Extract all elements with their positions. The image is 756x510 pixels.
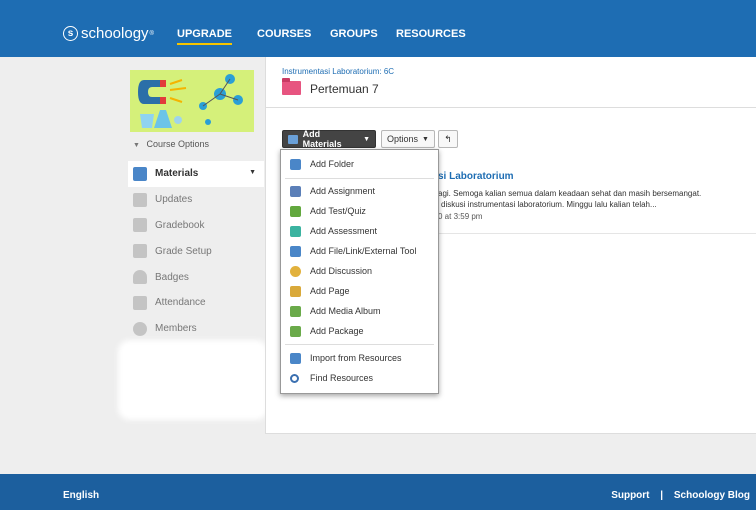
file-link-icon — [290, 245, 301, 257]
footer: English Support | Schoology Blog — [0, 474, 756, 510]
redacted-area — [118, 340, 268, 420]
logo-mark-icon: s — [63, 26, 78, 41]
discussion-icon — [290, 265, 301, 277]
course-nav: Materials ▼ Updates Gradebook Grade Setu… — [128, 161, 264, 342]
support-link[interactable]: Support — [611, 490, 649, 501]
add-materials-menu: Add Folder Add Assignment Add Test/Quiz … — [280, 149, 439, 394]
menu-item-label: Add Assessment — [310, 226, 378, 236]
material-description: agi. Semoga kalian semua dalam keadaan s… — [438, 188, 748, 210]
course-nav-grade-setup[interactable]: Grade Setup — [128, 238, 264, 264]
schoology-blog-link[interactable]: Schoology Blog — [674, 490, 750, 501]
menu-item-label: Add Page — [310, 286, 350, 296]
course-nav-label: Badges — [155, 271, 189, 283]
menu-item-label: Add Test/Quiz — [310, 206, 366, 216]
attendance-icon — [133, 295, 147, 310]
folder-icon — [282, 78, 301, 95]
divider — [266, 107, 756, 108]
course-nav-label: Gradebook — [155, 219, 205, 231]
course-nav-badges[interactable]: Badges — [128, 264, 264, 290]
chevron-down-icon: ▼ — [422, 135, 429, 143]
material-timestamp: 0 at 3:59 pm — [438, 212, 483, 221]
page-icon — [290, 285, 301, 297]
options-button[interactable]: Options ▼ — [381, 130, 435, 148]
language-selector[interactable]: English — [63, 490, 99, 501]
chevron-down-icon[interactable]: ▼ — [249, 169, 256, 176]
menu-item-label: Add Media Album — [310, 306, 381, 316]
package-icon — [290, 325, 301, 337]
media-album-icon — [290, 305, 301, 317]
nav-courses[interactable]: COURSES — [257, 28, 311, 40]
nav-resources[interactable]: RESOURCES — [396, 28, 466, 40]
updates-icon — [133, 192, 147, 207]
course-picture — [130, 70, 254, 132]
nav-upgrade[interactable]: UPGRADE — [177, 28, 233, 45]
logo-tm: ® — [149, 30, 154, 37]
course-nav-materials[interactable]: Materials ▼ — [128, 161, 264, 187]
options-label: Options — [387, 134, 419, 144]
materials-icon — [133, 166, 147, 181]
back-arrow-icon: ↰ — [444, 133, 452, 144]
menu-item-add-file-link[interactable]: Add File/Link/External Tool — [281, 242, 438, 260]
material-description-line: agi. Semoga kalian semua dalam keadaan s… — [438, 189, 702, 198]
menu-item-add-assessment[interactable]: Add Assessment — [281, 222, 438, 240]
course-nav-label: Grade Setup — [155, 245, 212, 257]
menu-item-label: Add Package — [310, 326, 364, 336]
divider — [438, 233, 756, 234]
menu-item-label: Add File/Link/External Tool — [310, 246, 417, 256]
footer-separator: | — [660, 490, 664, 501]
footer-links: Support | Schoology Blog — [611, 490, 750, 501]
course-nav-gradebook[interactable]: Gradebook — [128, 213, 264, 239]
course-nav-updates[interactable]: Updates — [128, 187, 264, 213]
triangle-down-icon: ▼ — [133, 142, 140, 149]
menu-item-add-assignment[interactable]: Add Assignment — [281, 182, 438, 200]
nav-groups[interactable]: GROUPS — [330, 28, 378, 40]
add-materials-button[interactable]: Add Materials ▼ — [282, 129, 376, 149]
menu-item-label: Add Assignment — [310, 186, 376, 196]
menu-item-label: Add Folder — [310, 159, 355, 169]
assessment-icon — [290, 225, 301, 237]
course-options-toggle[interactable]: ▼ Course Options — [133, 139, 209, 149]
menu-item-add-package[interactable]: Add Package — [281, 322, 438, 340]
course-options-label: Course Options — [146, 139, 209, 149]
menu-item-add-discussion[interactable]: Add Discussion — [281, 262, 438, 280]
course-nav-attendance[interactable]: Attendance — [128, 290, 264, 316]
menu-item-add-folder[interactable]: Add Folder — [281, 155, 438, 173]
breadcrumb[interactable]: Instrumentasi Laboratorium: 6C — [282, 67, 394, 76]
search-icon — [290, 373, 299, 383]
menu-divider — [285, 178, 434, 179]
test-quiz-icon — [290, 205, 301, 217]
course-nav-label: Updates — [155, 194, 193, 206]
menu-item-label: Add Discussion — [310, 266, 373, 276]
page-title: Pertemuan 7 — [310, 82, 379, 96]
course-nav-label: Members — [155, 323, 197, 335]
course-picture-art — [130, 70, 254, 132]
menu-item-label: Find Resources — [310, 373, 374, 383]
gradebook-icon — [133, 218, 147, 233]
menu-item-add-page[interactable]: Add Page — [281, 282, 438, 300]
menu-item-add-test-quiz[interactable]: Add Test/Quiz — [281, 202, 438, 220]
menu-item-find-resources[interactable]: Find Resources — [281, 369, 438, 387]
members-icon — [133, 321, 147, 336]
schoology-logo[interactable]: s schoology ® — [63, 25, 154, 42]
chevron-down-icon: ▼ — [363, 135, 370, 143]
add-materials-label: Add Materials — [302, 129, 342, 149]
badges-icon — [133, 270, 147, 285]
import-icon — [290, 352, 301, 364]
menu-divider — [285, 344, 434, 345]
back-button[interactable]: ↰ — [438, 130, 458, 148]
menu-item-import-from-resources[interactable]: Import from Resources — [281, 349, 438, 367]
grade-setup-icon — [133, 244, 147, 259]
course-nav-members[interactable]: Members — [128, 316, 264, 342]
logo-text: schoology — [81, 25, 149, 42]
menu-item-label: Import from Resources — [310, 353, 402, 363]
assignment-icon — [290, 185, 301, 197]
material-title-link[interactable]: si Laboratorium — [438, 171, 514, 182]
course-nav-label: Attendance — [155, 297, 206, 309]
course-nav-label: Materials — [155, 168, 199, 180]
top-nav: s schoology ® UPGRADE COURSES GROUPS RES… — [0, 0, 756, 57]
folder-icon — [290, 158, 301, 170]
add-materials-icon — [288, 134, 298, 144]
material-description-line: diskusi instrumentasi laboratorium. Ming… — [441, 200, 657, 209]
menu-item-add-media-album[interactable]: Add Media Album — [281, 302, 438, 320]
